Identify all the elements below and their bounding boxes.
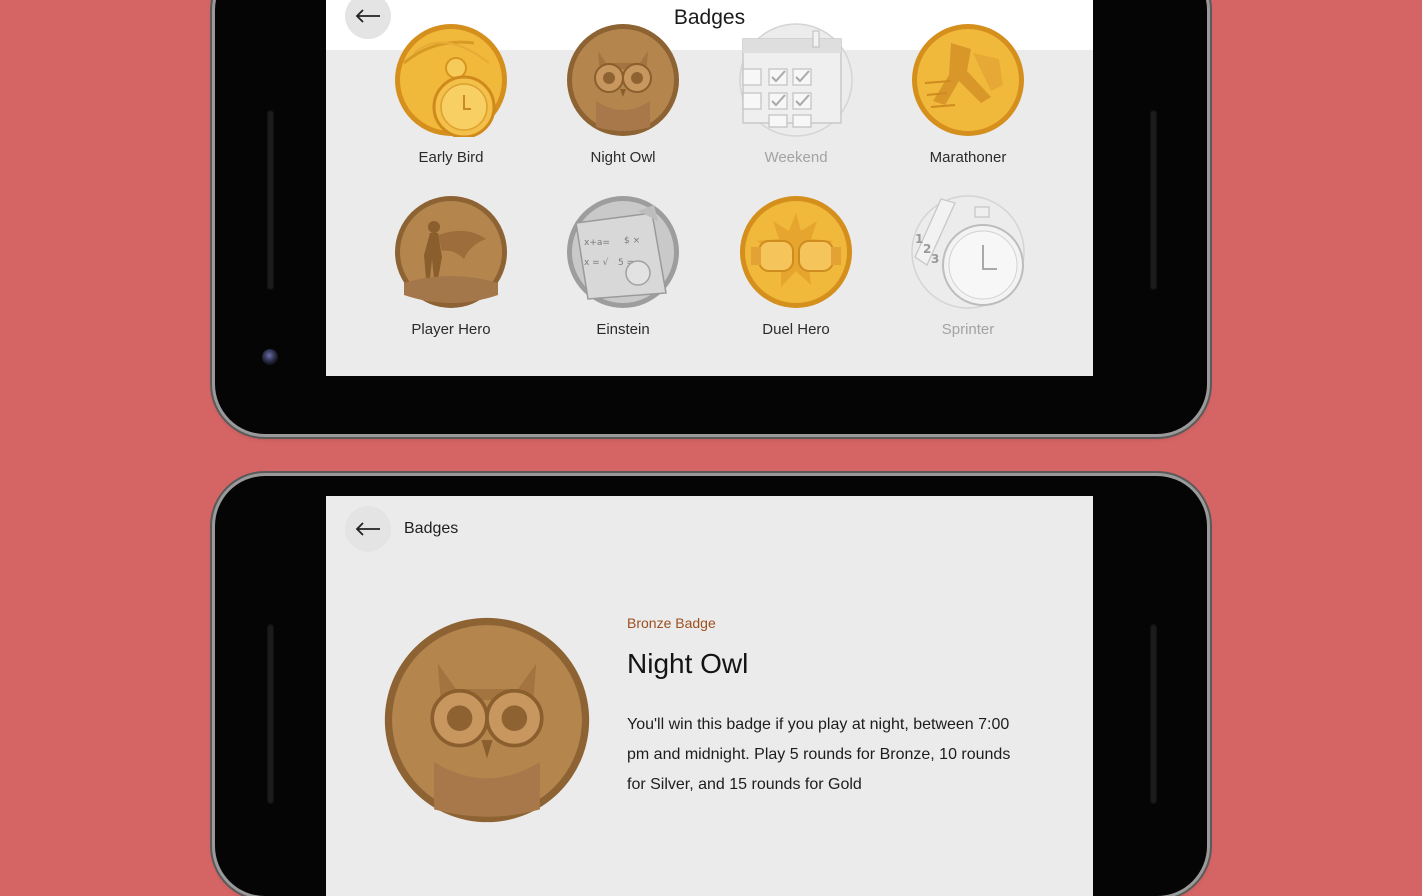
badge-marathoner[interactable]: Marathoner xyxy=(898,23,1038,166)
badge-sprinter[interactable]: 123 Sprinter xyxy=(898,195,1038,338)
badge-label: Sprinter xyxy=(941,321,995,338)
svg-text:x = √: x = √ xyxy=(584,257,609,268)
badge-label: Early Bird xyxy=(418,149,484,166)
sprinter-stopwatch-icon: 123 xyxy=(911,195,1025,309)
badge-label: Einstein xyxy=(596,321,650,338)
back-button[interactable] xyxy=(345,506,391,552)
appbar-title: Badges xyxy=(404,520,459,537)
badge-label: Marathoner xyxy=(929,149,1007,166)
early-bird-clock-icon xyxy=(395,24,507,137)
einstein-formula-icon: x+a= $ × x = √ 5 = xyxy=(567,196,679,308)
player-hero-icon xyxy=(395,196,507,308)
night-owl-icon xyxy=(567,24,679,136)
badge-name: Night Owl xyxy=(627,648,749,679)
phone-frame-bottom: Badges Bronze Badge Night Owl You'll win… xyxy=(215,476,1207,896)
badge-night-owl[interactable]: Night Owl xyxy=(553,23,693,166)
svg-text:x+a=: x+a= xyxy=(584,238,610,248)
phone-frame-top: Badges Early Bird Night Owl Weekend Mara… xyxy=(215,0,1207,434)
badges-screen: Badges Early Bird Night Owl Weekend Mara… xyxy=(326,0,1093,376)
weekend-calendar-icon xyxy=(739,23,853,137)
left-speaker-grille xyxy=(267,624,274,804)
front-camera xyxy=(262,349,278,365)
badge-player-hero[interactable]: Player Hero xyxy=(381,195,521,338)
badge-einstein[interactable]: x+a= $ × x = √ 5 = Einstein xyxy=(553,195,693,338)
badge-description: You'll win this badge if you play at nig… xyxy=(627,716,1011,793)
badge-duel-hero[interactable]: Duel Hero xyxy=(726,195,866,338)
duel-hero-gloves-icon xyxy=(740,196,852,308)
svg-text:3: 3 xyxy=(931,252,939,266)
badge-label: Duel Hero xyxy=(762,321,830,338)
badge-tier-label: Bronze Badge xyxy=(627,615,716,631)
svg-text:$ ×: $ × xyxy=(624,236,640,246)
badge-early-bird[interactable]: Early Bird xyxy=(381,23,521,166)
badge-detail-screen: Badges Bronze Badge Night Owl You'll win… xyxy=(326,496,1093,896)
left-speaker-grille xyxy=(267,110,274,290)
badge-label: Player Hero xyxy=(411,321,491,338)
badge-label: Night Owl xyxy=(590,149,656,166)
back-arrow-icon xyxy=(355,522,380,536)
night-owl-icon xyxy=(384,617,590,823)
badge-weekend[interactable]: Weekend xyxy=(726,23,866,166)
right-speaker-grille xyxy=(1150,624,1157,804)
right-speaker-grille xyxy=(1150,110,1157,290)
badge-label: Weekend xyxy=(764,149,828,166)
marathoner-icon xyxy=(912,24,1024,136)
